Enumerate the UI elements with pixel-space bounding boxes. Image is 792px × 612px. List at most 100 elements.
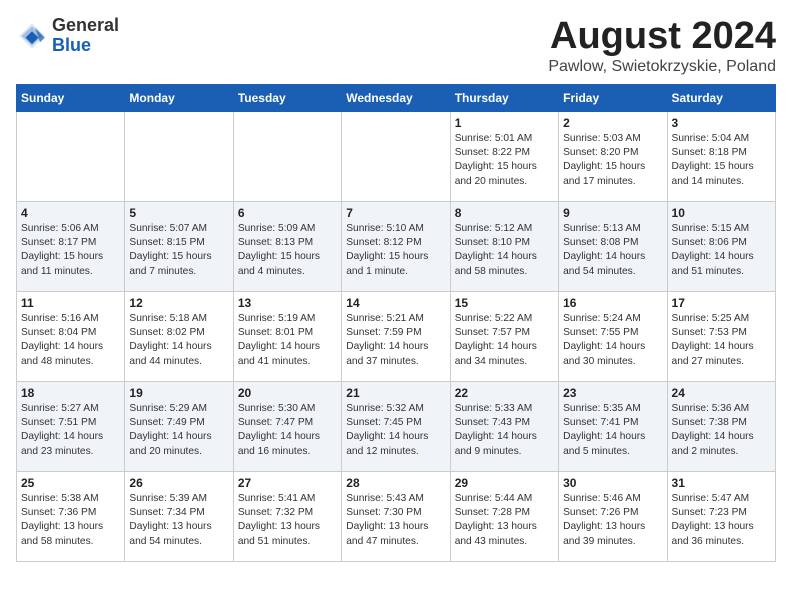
day-number: 17 — [672, 296, 771, 310]
day-info: Sunrise: 5:15 AM Sunset: 8:06 PM Dayligh… — [672, 222, 771, 279]
calendar-table: SundayMondayTuesdayWednesdayThursdayFrid… — [16, 84, 776, 562]
day-info: Sunrise: 5:12 AM Sunset: 8:10 PM Dayligh… — [455, 222, 554, 279]
day-number: 22 — [455, 386, 554, 400]
day-info: Sunrise: 5:47 AM Sunset: 7:23 PM Dayligh… — [672, 492, 771, 549]
calendar-week-row: 1Sunrise: 5:01 AM Sunset: 8:22 PM Daylig… — [17, 111, 776, 201]
weekday-header-row: SundayMondayTuesdayWednesdayThursdayFrid… — [17, 84, 776, 111]
weekday-header: Wednesday — [342, 84, 450, 111]
calendar-week-row: 4 Sunrise: 5:06 AM Sunset: 8:17 PM Daylig… — [17, 201, 776, 291]
day-info: Sunrise: 5:16 AM Sunset: 8:04 PM Dayligh… — [21, 312, 120, 369]
day-info: Sunrise: 5:18 AM Sunset: 8:02 PM Dayligh… — [129, 312, 228, 369]
day-number: 5 — [129, 206, 228, 220]
calendar-cell: 29 Sunrise: 5:44 AM Sunset: 7:28 PM Dayli… — [450, 471, 558, 561]
day-info: Sunrise: 5:24 AM Sunset: 7:55 PM Dayligh… — [563, 312, 662, 369]
day-number: 30 — [563, 476, 662, 490]
day-number: 3 — [672, 116, 771, 130]
calendar-cell — [342, 111, 450, 201]
calendar-cell: 19 Sunrise: 5:29 AM Sunset: 7:49 PM Dayli… — [125, 381, 233, 471]
day-number: 10 — [672, 206, 771, 220]
day-number: 13 — [238, 296, 337, 310]
day-info: Sunrise: 5:38 AM Sunset: 7:36 PM Dayligh… — [21, 492, 120, 549]
day-info: Sunrise: 5:22 AM Sunset: 7:57 PM Dayligh… — [455, 312, 554, 369]
calendar-cell — [233, 111, 341, 201]
day-info: Sunrise: 5:10 AM Sunset: 8:12 PM Dayligh… — [346, 222, 445, 279]
day-number: 23 — [563, 386, 662, 400]
day-info: Sunrise: 5:36 AM Sunset: 7:38 PM Dayligh… — [672, 402, 771, 459]
day-info: Sunrise: 5:13 AM Sunset: 8:08 PM Dayligh… — [563, 222, 662, 279]
day-info: Sunrise: 5:04 AM Sunset: 8:18 PM Dayligh… — [672, 132, 771, 189]
day-number: 19 — [129, 386, 228, 400]
weekday-header: Monday — [125, 84, 233, 111]
day-info: Sunrise: 5:25 AM Sunset: 7:53 PM Dayligh… — [672, 312, 771, 369]
day-info: Sunrise: 5:44 AM Sunset: 7:28 PM Dayligh… — [455, 492, 554, 549]
calendar-cell: 10 Sunrise: 5:15 AM Sunset: 8:06 PM Dayli… — [667, 201, 775, 291]
weekday-header: Friday — [559, 84, 667, 111]
day-info: Sunrise: 5:30 AM Sunset: 7:47 PM Dayligh… — [238, 402, 337, 459]
calendar-cell: 27 Sunrise: 5:41 AM Sunset: 7:32 PM Dayli… — [233, 471, 341, 561]
day-number: 11 — [21, 296, 120, 310]
calendar-week-row: 25Sunrise: 5:38 AM Sunset: 7:36 PM Dayli… — [17, 471, 776, 561]
day-info: Sunrise: 5:35 AM Sunset: 7:41 PM Dayligh… — [563, 402, 662, 459]
calendar-cell: 24 Sunrise: 5:36 AM Sunset: 7:38 PM Dayli… — [667, 381, 775, 471]
logo-text: General Blue — [52, 16, 119, 56]
day-number: 20 — [238, 386, 337, 400]
day-number: 27 — [238, 476, 337, 490]
day-info: Sunrise: 5:01 AM Sunset: 8:22 PM Dayligh… — [455, 132, 554, 189]
day-info: Sunrise: 5:09 AM Sunset: 8:13 PM Dayligh… — [238, 222, 337, 279]
calendar-cell: 12 Sunrise: 5:18 AM Sunset: 8:02 PM Dayli… — [125, 291, 233, 381]
calendar-cell: 25Sunrise: 5:38 AM Sunset: 7:36 PM Dayli… — [17, 471, 125, 561]
day-info: Sunrise: 5:19 AM Sunset: 8:01 PM Dayligh… — [238, 312, 337, 369]
day-number: 7 — [346, 206, 445, 220]
calendar-cell: 2 Sunrise: 5:03 AM Sunset: 8:20 PM Daylig… — [559, 111, 667, 201]
day-info: Sunrise: 5:03 AM Sunset: 8:20 PM Dayligh… — [563, 132, 662, 189]
day-number: 31 — [672, 476, 771, 490]
day-number: 12 — [129, 296, 228, 310]
logo: General Blue — [16, 16, 119, 56]
day-info: Sunrise: 5:06 AM Sunset: 8:17 PM Dayligh… — [21, 222, 120, 279]
calendar-cell: 11 Sunrise: 5:16 AM Sunset: 8:04 PM Dayli… — [17, 291, 125, 381]
day-info: Sunrise: 5:33 AM Sunset: 7:43 PM Dayligh… — [455, 402, 554, 459]
calendar-cell: 18 Sunrise: 5:27 AM Sunset: 7:51 PM Dayli… — [17, 381, 125, 471]
day-info: Sunrise: 5:29 AM Sunset: 7:49 PM Dayligh… — [129, 402, 228, 459]
weekday-header: Thursday — [450, 84, 558, 111]
logo-icon — [16, 20, 48, 52]
day-info: Sunrise: 5:32 AM Sunset: 7:45 PM Dayligh… — [346, 402, 445, 459]
calendar-cell: 4 Sunrise: 5:06 AM Sunset: 8:17 PM Daylig… — [17, 201, 125, 291]
calendar-cell: 3 Sunrise: 5:04 AM Sunset: 8:18 PM Daylig… — [667, 111, 775, 201]
calendar-week-row: 11 Sunrise: 5:16 AM Sunset: 8:04 PM Dayli… — [17, 291, 776, 381]
day-number: 6 — [238, 206, 337, 220]
day-info: Sunrise: 5:43 AM Sunset: 7:30 PM Dayligh… — [346, 492, 445, 549]
calendar-cell: 6 Sunrise: 5:09 AM Sunset: 8:13 PM Daylig… — [233, 201, 341, 291]
calendar-cell: 7 Sunrise: 5:10 AM Sunset: 8:12 PM Daylig… — [342, 201, 450, 291]
calendar-cell: 15 Sunrise: 5:22 AM Sunset: 7:57 PM Dayli… — [450, 291, 558, 381]
day-number: 15 — [455, 296, 554, 310]
day-number: 16 — [563, 296, 662, 310]
calendar-cell: 1Sunrise: 5:01 AM Sunset: 8:22 PM Daylig… — [450, 111, 558, 201]
calendar-cell: 26Sunrise: 5:39 AM Sunset: 7:34 PM Dayli… — [125, 471, 233, 561]
day-number: 2 — [563, 116, 662, 130]
day-number: 4 — [21, 206, 120, 220]
calendar-cell: 16 Sunrise: 5:24 AM Sunset: 7:55 PM Dayli… — [559, 291, 667, 381]
day-info: Sunrise: 5:46 AM Sunset: 7:26 PM Dayligh… — [563, 492, 662, 549]
calendar-week-row: 18 Sunrise: 5:27 AM Sunset: 7:51 PM Dayli… — [17, 381, 776, 471]
calendar-cell: 30 Sunrise: 5:46 AM Sunset: 7:26 PM Dayli… — [559, 471, 667, 561]
weekday-header: Saturday — [667, 84, 775, 111]
day-number: 28 — [346, 476, 445, 490]
calendar-cell: 17 Sunrise: 5:25 AM Sunset: 7:53 PM Dayli… — [667, 291, 775, 381]
location: Pawlow, Swietokrzyskie, Poland — [548, 58, 776, 76]
page-header: General Blue August 2024 Pawlow, Swietok… — [16, 16, 776, 76]
weekday-header: Sunday — [17, 84, 125, 111]
day-number: 24 — [672, 386, 771, 400]
calendar-cell: 13 Sunrise: 5:19 AM Sunset: 8:01 PM Dayli… — [233, 291, 341, 381]
calendar-cell: 5Sunrise: 5:07 AM Sunset: 8:15 PM Daylig… — [125, 201, 233, 291]
day-number: 21 — [346, 386, 445, 400]
day-info: Sunrise: 5:27 AM Sunset: 7:51 PM Dayligh… — [21, 402, 120, 459]
day-info: Sunrise: 5:39 AM Sunset: 7:34 PM Dayligh… — [129, 492, 228, 549]
month-title: August 2024 — [548, 16, 776, 58]
logo-general-text: General — [52, 16, 119, 36]
day-info: Sunrise: 5:41 AM Sunset: 7:32 PM Dayligh… — [238, 492, 337, 549]
logo-blue-text: Blue — [52, 36, 119, 56]
calendar-cell: 8Sunrise: 5:12 AM Sunset: 8:10 PM Daylig… — [450, 201, 558, 291]
day-number: 18 — [21, 386, 120, 400]
day-number: 29 — [455, 476, 554, 490]
